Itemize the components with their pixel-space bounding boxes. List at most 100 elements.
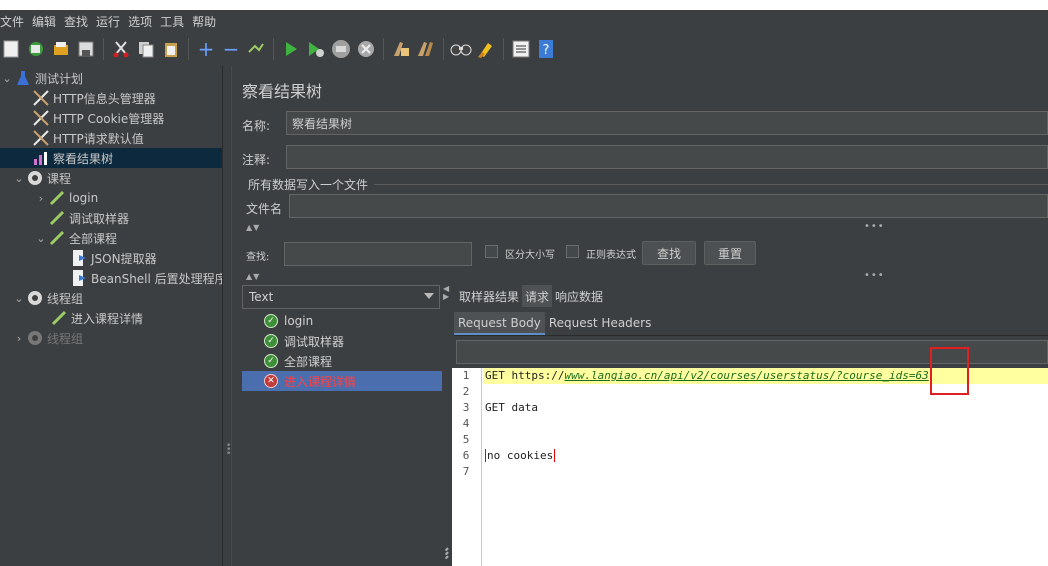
- stop-icon[interactable]: [330, 38, 352, 60]
- tree-node-debug-sampler[interactable]: 调试取样器: [48, 208, 129, 228]
- tree-node-thread-group-disabled[interactable]: › 线程组: [12, 328, 83, 348]
- regex-checkbox[interactable]: [566, 245, 579, 258]
- collapse-arrows-icon: ▲▼: [246, 272, 261, 281]
- expand-arrow-icon[interactable]: ›: [34, 192, 48, 205]
- search-icon[interactable]: [450, 38, 472, 60]
- expand-arrow-icon[interactable]: ›: [12, 332, 26, 345]
- collapse-icon[interactable]: −: [220, 38, 242, 60]
- cut-icon[interactable]: [110, 38, 132, 60]
- case-sensitive-label: 区分大小写: [505, 250, 555, 261]
- renderer-selected-value: Text: [249, 290, 274, 304]
- case-sensitive-checkbox[interactable]: [485, 245, 498, 258]
- tree-splitter[interactable]: • • •: [222, 66, 232, 566]
- success-shield-icon: ✓: [264, 354, 278, 368]
- tab-sampler-result[interactable]: 取样器结果: [456, 285, 522, 307]
- reset-search-icon[interactable]: [475, 38, 497, 60]
- tree-node-login[interactable]: › login: [34, 188, 98, 208]
- collapse-arrows-icon: ◀ ▶: [443, 284, 450, 301]
- regex-label: 正则表达式: [586, 250, 636, 261]
- menu-options[interactable]: 选项: [128, 13, 157, 30]
- tree-node-http-cookie-manager[interactable]: HTTP Cookie管理器: [32, 108, 164, 128]
- window-top-strip: [0, 0, 1048, 10]
- request-url-link[interactable]: www.langiao.cn/api/v2/courses/userstatus…: [564, 369, 928, 382]
- success-shield-icon: ✓: [264, 314, 278, 328]
- expand-icon[interactable]: +: [195, 38, 217, 60]
- copy-icon[interactable]: [135, 38, 157, 60]
- results-splitter[interactable]: ◀ ▶ • • •: [442, 281, 450, 566]
- list-item[interactable]: ✓ 全部课程: [242, 351, 442, 371]
- menu-file[interactable]: 文件: [0, 13, 29, 30]
- tree-node-json-extractor[interactable]: JSON提取器: [70, 248, 157, 268]
- list-item[interactable]: ✓ 调试取样器: [242, 331, 442, 351]
- menu-search[interactable]: 查找: [64, 13, 93, 30]
- code-area[interactable]: GET https://www.langiao.cn/api/v2/course…: [483, 368, 1048, 566]
- write-all-data-label: 所有数据写入一个文件: [248, 178, 369, 192]
- tab-request-body[interactable]: Request Body: [454, 312, 545, 335]
- help-icon[interactable]: ?: [535, 38, 557, 60]
- renderer-select[interactable]: Text: [242, 285, 440, 309]
- code-line-cookies: no cookies: [483, 448, 1048, 464]
- comment-field[interactable]: [286, 145, 1048, 169]
- filename-field[interactable]: [289, 194, 1048, 218]
- tree-node-view-results-tree[interactable]: 察看结果树: [0, 148, 222, 168]
- pipette-icon: [48, 229, 66, 247]
- paste-icon[interactable]: [160, 38, 182, 60]
- flask-icon: [14, 69, 32, 87]
- open-icon[interactable]: [50, 38, 72, 60]
- collapse-arrow-icon[interactable]: ⌄: [34, 232, 48, 245]
- toggle-icon[interactable]: [245, 38, 267, 60]
- tab-request[interactable]: 请求: [522, 285, 553, 307]
- function-helper-icon[interactable]: [510, 38, 532, 60]
- toolbar-separator: [443, 38, 444, 60]
- name-field[interactable]: 察看结果树: [286, 111, 1048, 135]
- no-cookies-text: no cookies: [485, 449, 556, 462]
- clear-all-icon[interactable]: [415, 38, 437, 60]
- find-button[interactable]: 查找: [642, 241, 696, 265]
- collapse-arrow-icon[interactable]: ⌄: [12, 172, 26, 185]
- tree-node-course-detail[interactable]: 进入课程详情: [50, 308, 143, 328]
- tree-node-http-header-manager[interactable]: HTTP信息头管理器: [32, 88, 156, 108]
- start-no-pause-icon[interactable]: [305, 38, 327, 60]
- line-number: 7: [462, 465, 470, 478]
- tree-node-beanshell-postprocessor[interactable]: BeanShell 后置处理程序: [70, 268, 227, 288]
- name-label: 名称:: [242, 119, 271, 133]
- pipette-icon: [50, 309, 68, 327]
- request-body-editor[interactable]: 1 2 3 4 5 6 7 GET https://www.langiao.cn…: [452, 368, 1048, 566]
- tree-node-course-group[interactable]: ⌄ 课程: [12, 168, 71, 188]
- gear-icon: [26, 289, 44, 307]
- gear-icon: [26, 329, 44, 347]
- list-item[interactable]: ✓ login: [242, 311, 442, 331]
- line-number-gutter: 1 2 3 4 5 6 7: [452, 368, 482, 566]
- menu-help[interactable]: 帮助: [192, 13, 221, 30]
- collapse-bar[interactable]: ▲▼ •••: [244, 270, 1048, 283]
- search-input[interactable]: [284, 242, 472, 266]
- filename-label: 文件名: [246, 202, 283, 216]
- list-item-selected[interactable]: ✕ 进入课程详情: [242, 371, 442, 391]
- shutdown-icon[interactable]: [355, 38, 377, 60]
- splitter-grip-icon: •••: [445, 545, 450, 562]
- tree-node-test-plan[interactable]: ⌄ 测试计划: [0, 68, 83, 88]
- start-icon[interactable]: [280, 38, 302, 60]
- tree-node-all-courses[interactable]: ⌄ 全部课程: [34, 228, 117, 248]
- clear-icon[interactable]: [390, 38, 412, 60]
- templates-icon[interactable]: [25, 38, 47, 60]
- menu-edit[interactable]: 编辑: [32, 13, 61, 30]
- new-icon[interactable]: [0, 38, 22, 60]
- svg-text:?: ?: [543, 43, 550, 58]
- tab-request-headers[interactable]: Request Headers: [545, 312, 656, 335]
- toolbar-separator: [273, 38, 274, 60]
- menu-tools[interactable]: 工具: [160, 13, 189, 30]
- collapse-arrow-icon[interactable]: ⌄: [12, 292, 26, 305]
- splitter-grip-icon: •••: [226, 441, 232, 459]
- tab-response-data[interactable]: 响应数据: [552, 285, 606, 307]
- toolbar: + − ?: [0, 32, 1048, 66]
- menu-run[interactable]: 运行: [96, 13, 125, 30]
- group-divider: [374, 184, 1048, 185]
- tree-node-thread-group[interactable]: ⌄ 线程组: [12, 288, 83, 308]
- toolbar-separator: [188, 38, 189, 60]
- save-icon[interactable]: [75, 38, 97, 60]
- tree-node-http-request-defaults[interactable]: HTTP请求默认值: [32, 128, 144, 148]
- reset-button[interactable]: 重置: [704, 241, 756, 265]
- collapse-bar[interactable]: ▲▼ •••: [244, 221, 1048, 234]
- collapse-arrow-icon[interactable]: ⌄: [0, 72, 14, 85]
